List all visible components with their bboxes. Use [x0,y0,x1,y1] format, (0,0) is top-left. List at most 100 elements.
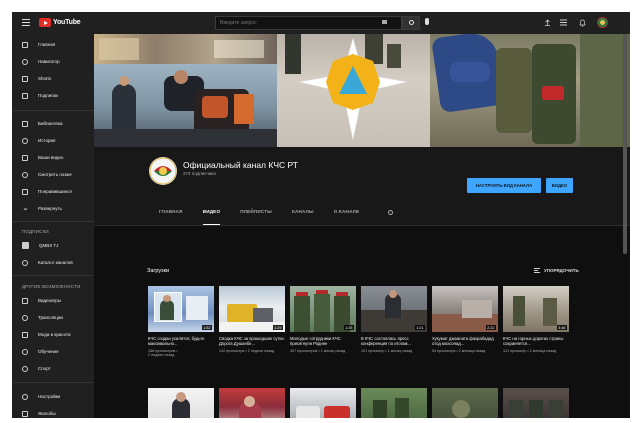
video-title[interactable]: КЧС на горных дорогах страны сохраняется… [503,336,569,347]
video-thumbnail[interactable] [148,388,214,418]
channel-search-icon[interactable] [388,210,393,215]
sidebar-item-home[interactable]: Главная [12,38,94,51]
video-card[interactable] [361,388,427,418]
video-thumbnail[interactable] [503,388,569,418]
channel-header: Официальный канал КЧС РТ 273 подписчика … [94,147,630,225]
video-title[interactable]: Хукумат джамоата фахрабадад отод мохсона… [432,336,498,347]
sidebar-item-label: Навигатор [38,59,60,64]
sidebar-item-live[interactable]: Трансляции [12,311,94,324]
search-input[interactable] [216,17,376,29]
bell-icon[interactable] [579,19,586,27]
youtube-logo[interactable]: YouTube [39,18,81,27]
video-thumbnail[interactable]: 2:22 [432,286,498,332]
sort-button[interactable]: УПОРЯДОЧИТЬ [534,268,579,273]
watch-later-icon [22,171,28,178]
tab-home[interactable]: ГЛАВНАЯ [159,209,183,225]
video-thumbnail[interactable]: 3:46 [503,286,569,332]
customize-channel-button[interactable]: НАСТРОИТЬ ВИД КАНАЛА [467,178,541,193]
channel-avatar[interactable] [149,157,177,185]
sidebar: Главная Навигатор Shorts Подписки Библио… [12,34,94,418]
subscriptions-icon [22,92,28,99]
sidebar-item-subscriptions[interactable]: Подписки [12,89,94,102]
sidebar-item-shorts[interactable]: Shorts [12,72,94,85]
tab-videos[interactable]: ВИДЕО [202,209,221,225]
video-card[interactable] [432,388,498,418]
video-thumbnail[interactable]: 1:21 [361,286,427,332]
sidebar-item-your-videos[interactable]: Ваши видео [12,151,94,164]
video-duration: 1:52 [201,325,212,330]
logo-text: YouTube [53,19,81,26]
video-card[interactable]: 1:25 Молодые сотрудники КЧС присягнули Р… [290,286,356,353]
sidebar-item-history[interactable]: История [12,134,94,147]
channel-tabs: ГЛАВНАЯ ВИДЕО ПЛЕЙЛИСТЫ КАНАЛЫ О КАНАЛЕ [159,209,379,225]
upload-icon[interactable] [544,19,551,26]
video-thumbnail[interactable] [361,388,427,418]
top-bar: YouTube [12,12,630,34]
search-button[interactable] [402,16,420,30]
search-box[interactable] [215,16,402,30]
gaming-icon [22,297,28,304]
sort-icon [534,268,540,273]
tab-playlists[interactable]: ПЛЕЙЛИСТЫ [240,209,272,225]
videos-section: Загрузки УПОРЯДОЧИТЬ 1:52 КЧС создан уси… [94,226,630,418]
live-icon [22,314,28,321]
video-card[interactable] [219,388,285,418]
sidebar-item-label: Обучение [38,349,59,354]
video-card[interactable]: 1:21 В КЧС состоялась пресс конференция … [361,286,427,353]
video-thumbnail[interactable]: 1:52 [148,286,214,332]
sidebar-item-fashion[interactable]: Мода и красота [12,328,94,341]
sidebar-item-label: Развернуть [38,206,62,211]
scrollbar[interactable] [623,34,627,254]
sidebar-item-show-more[interactable]: Развернуть [12,202,94,215]
sidebar-divider [12,221,94,222]
video-thumbnail[interactable] [290,388,356,418]
gear-icon [22,393,28,400]
video-card[interactable]: 2:22 Хукумат джамоата фахрабадад отод мо… [432,286,498,353]
sidebar-item-label: Настройки [38,394,61,399]
video-card[interactable] [503,388,569,418]
banner-photo-soldiers [430,34,630,147]
menu-icon[interactable] [22,19,30,26]
sidebar-item-label: Главная [38,42,56,47]
account-avatar[interactable] [597,17,608,28]
sidebar-item-report[interactable]: Жалобы [12,407,94,418]
sidebar-item-watch-later[interactable]: Смотреть позже [12,168,94,181]
video-title[interactable]: Сводка КЧС за прошедшие сутки. Дорога Ду… [219,336,285,347]
video-card[interactable] [148,388,214,418]
manage-videos-button[interactable]: ВИДЕО [546,178,573,193]
sidebar-item-library[interactable]: Библиотека [12,117,94,130]
keyboard-icon[interactable] [382,20,387,24]
sidebar-item-explore[interactable]: Навигатор [12,55,94,68]
channel-name: Официальный канал КЧС РТ [183,160,298,170]
video-title[interactable]: В КЧС состоялась пресс конференция по ит… [361,336,427,347]
shorts-icon [22,75,28,82]
video-duration: 1:21 [414,325,425,330]
sidebar-item-liked[interactable]: Понравившиеся [12,185,94,198]
mic-icon[interactable] [425,18,429,25]
video-card[interactable]: 1:52 КЧС создан усилятся, будьте максима… [148,286,214,358]
sidebar-item-subscription-channel[interactable]: QMBX TJ [12,239,94,252]
video-thumbnail[interactable] [432,388,498,418]
sidebar-item-settings[interactable]: Настройки [12,390,94,403]
sidebar-item-learning[interactable]: Обучение [12,345,94,358]
video-title[interactable]: Молодые сотрудники КЧС присягнули Родине [290,336,356,347]
video-thumbnail[interactable] [219,388,285,418]
tab-about[interactable]: О КАНАЛЕ [334,209,360,225]
video-thumbnail[interactable]: 1:29 [219,286,285,332]
sidebar-item-browse-channels[interactable]: Каталог каналов [12,256,94,269]
video-thumbnail[interactable]: 1:25 [290,286,356,332]
chevron-down-icon [22,206,28,211]
subscriptions-heading: ПОДПИСКИ [22,229,49,234]
sidebar-item-label: Жалобы [38,411,56,416]
flag-icon [22,410,28,417]
video-card[interactable]: 1:29 Сводка КЧС за прошедшие сутки. Доро… [219,286,285,353]
sidebar-item-sports[interactable]: Спорт [12,362,94,375]
apps-icon[interactable] [560,19,567,26]
video-meta: 142 просмотра • 2 недели назад [219,348,275,353]
sidebar-item-label: История [38,138,56,143]
video-card[interactable]: 3:46 КЧС на горных дорогах страны сохран… [503,286,569,353]
video-card[interactable] [290,388,356,418]
tab-channels[interactable]: КАНАЛЫ [292,209,314,225]
sidebar-item-gaming[interactable]: Видеоигры [12,294,94,307]
video-title[interactable]: КЧС создан усилятся, будьте максимально.… [148,336,214,347]
